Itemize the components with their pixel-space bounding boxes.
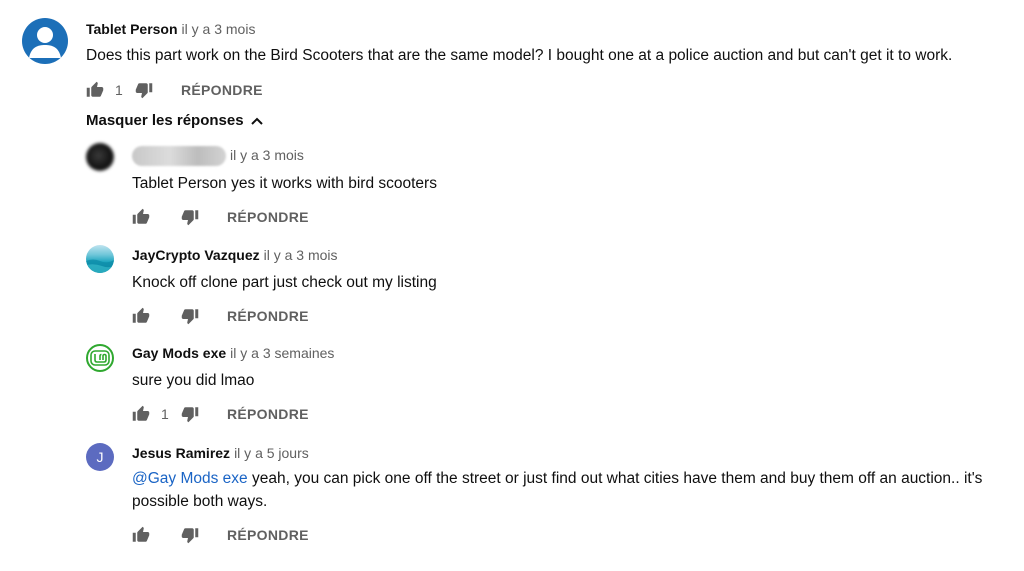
reply-item: JayCrypto Vazquez il y a 3 mois Knock off… — [0, 238, 1024, 333]
chevron-up-icon — [250, 117, 263, 125]
thumbs-down-icon[interactable] — [181, 405, 199, 423]
timestamp[interactable]: il y a 3 semaines — [230, 345, 334, 361]
like-count: 1 — [161, 406, 169, 422]
avatar[interactable] — [86, 143, 114, 171]
top-comment: Tablet Person il y a 3 mois Does this par… — [0, 0, 1024, 105]
author-name[interactable]: JayCrypto Vazquez — [132, 247, 260, 263]
reply-button[interactable]: RÉPONDRE — [227, 308, 309, 324]
thumbs-up-icon[interactable] — [132, 307, 150, 325]
like-count: 1 — [115, 82, 123, 98]
reply-item: il y a 3 mois Tablet Person yes it works… — [0, 140, 1024, 235]
comment-header: il y a 3 mois — [132, 146, 304, 167]
timestamp[interactable]: il y a 5 jours — [234, 445, 309, 461]
comment-actions: RÉPONDRE — [132, 206, 309, 228]
avatar[interactable] — [86, 245, 114, 273]
comment-header: Tablet Person il y a 3 mois — [86, 20, 255, 38]
comment-header: Jesus Ramirez il y a 5 jours — [132, 444, 309, 462]
thumbs-up-icon[interactable] — [132, 405, 150, 423]
comment-actions: RÉPONDRE — [132, 305, 309, 327]
comment-text: Knock off clone part just check out my l… — [132, 274, 437, 291]
comment-text: Tablet Person yes it works with bird sco… — [132, 175, 437, 192]
thumbs-up-icon[interactable] — [86, 81, 104, 99]
comment-header: JayCrypto Vazquez il y a 3 mois — [132, 246, 338, 264]
default-user-icon — [29, 27, 61, 58]
thumbs-up-icon[interactable] — [132, 526, 150, 544]
beach-photo-icon — [86, 259, 114, 273]
linux-mint-logo-icon — [90, 350, 110, 366]
timestamp[interactable]: il y a 3 mois — [230, 147, 304, 163]
thumbs-up-icon[interactable] — [132, 208, 150, 226]
author-name[interactable]: Tablet Person — [86, 21, 178, 37]
hide-replies-label: Masquer les réponses — [86, 112, 244, 129]
avatar[interactable]: J — [86, 443, 114, 471]
author-name[interactable]: Jesus Ramirez — [132, 445, 230, 461]
comment-actions: RÉPONDRE — [132, 524, 309, 546]
mention-link[interactable]: @Gay Mods exe — [132, 470, 248, 487]
reply-button[interactable]: RÉPONDRE — [181, 82, 263, 98]
avatar[interactable] — [22, 18, 68, 64]
reply-item: J Jesus Ramirez il y a 5 jours @Gay Mods … — [0, 434, 1024, 559]
comment-text: sure you did lmao — [132, 372, 255, 389]
reply-button[interactable]: RÉPONDRE — [227, 527, 309, 543]
thumbs-down-icon[interactable] — [181, 307, 199, 325]
timestamp[interactable]: il y a 3 mois — [264, 247, 338, 263]
author-name-redacted[interactable] — [132, 146, 226, 167]
reply-item: Gay Mods exe il y a 3 semaines sure you d… — [0, 336, 1024, 431]
reply-button[interactable]: RÉPONDRE — [227, 209, 309, 225]
thumbs-down-icon[interactable] — [135, 81, 153, 99]
comment-body: yeah, you can pick one off the street or… — [132, 470, 983, 510]
hide-replies-button[interactable]: Masquer les réponses — [86, 112, 263, 129]
avatar[interactable] — [86, 344, 114, 372]
timestamp[interactable]: il y a 3 mois — [182, 21, 256, 37]
comment-text: Does this part work on the Bird Scooters… — [86, 47, 953, 64]
avatar-letter: J — [96, 449, 104, 465]
reply-button[interactable]: RÉPONDRE — [227, 406, 309, 422]
comment-text: @Gay Mods exe yeah, you can pick one off… — [132, 467, 1012, 513]
comment-actions: 1 RÉPONDRE — [132, 403, 309, 425]
thumbs-down-icon[interactable] — [181, 526, 199, 544]
author-name[interactable]: Gay Mods exe — [132, 345, 226, 361]
thumbs-down-icon[interactable] — [181, 208, 199, 226]
comment-actions: 1 RÉPONDRE — [86, 79, 263, 101]
comment-header: Gay Mods exe il y a 3 semaines — [132, 344, 334, 362]
